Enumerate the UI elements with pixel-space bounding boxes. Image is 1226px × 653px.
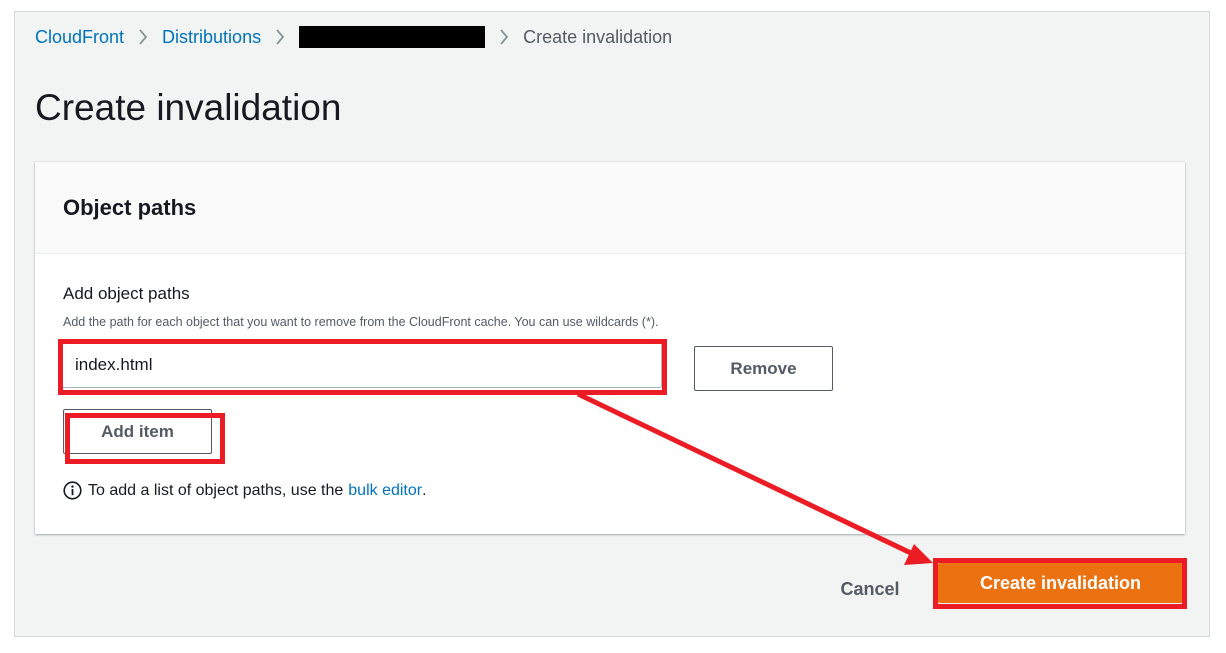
- remove-button[interactable]: Remove: [694, 346, 833, 391]
- panel-header: Object paths: [35, 162, 1185, 254]
- chevron-right-icon: [275, 28, 285, 46]
- info-line: To add a list of object paths, use the b…: [63, 481, 427, 500]
- breadcrumb-current: Create invalidation: [523, 26, 673, 47]
- breadcrumb: CloudFront Distributions Create invalida…: [35, 26, 672, 48]
- breadcrumb-cloudfront[interactable]: CloudFront: [35, 27, 124, 48]
- console-frame: CloudFront Distributions Create invalida…: [14, 11, 1210, 637]
- info-suffix: .: [422, 481, 427, 499]
- field-description: Add the path for each object that you wa…: [63, 315, 659, 329]
- info-text: To add a list of object paths, use the: [88, 481, 344, 499]
- page-title: Create invalidation: [35, 87, 342, 128]
- field-label: Add object paths: [63, 284, 190, 303]
- object-path-input[interactable]: [62, 342, 662, 388]
- cancel-button[interactable]: Cancel: [815, 569, 925, 609]
- bulk-editor-link[interactable]: bulk editor: [348, 482, 422, 500]
- breadcrumb-distributions[interactable]: Distributions: [162, 27, 261, 48]
- info-icon: [63, 481, 82, 500]
- breadcrumb-redacted-distribution[interactable]: [299, 26, 486, 48]
- add-item-button[interactable]: Add item: [63, 409, 212, 454]
- chevron-right-icon: [138, 28, 148, 46]
- create-invalidation-button[interactable]: Create invalidation: [938, 563, 1183, 603]
- object-paths-panel: Object paths Add object paths Add the pa…: [35, 162, 1185, 534]
- chevron-right-icon: [499, 28, 509, 46]
- panel-title: Object paths: [63, 194, 197, 220]
